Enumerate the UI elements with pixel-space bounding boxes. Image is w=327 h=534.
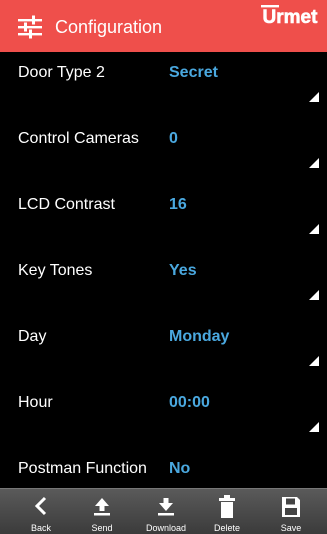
send-label: Send xyxy=(91,523,113,533)
setting-row-door-type[interactable]: Door Type 2 Secret xyxy=(0,52,327,118)
setting-label: LCD Contrast xyxy=(18,196,115,213)
upload-icon xyxy=(94,498,110,516)
setting-value[interactable]: 0 xyxy=(169,130,178,148)
dropdown-corner-icon[interactable] xyxy=(309,92,319,102)
svg-text:Urmet: Urmet xyxy=(263,7,319,28)
setting-label: Postman Function xyxy=(18,460,147,477)
dropdown-corner-icon[interactable] xyxy=(309,224,319,234)
setting-row-key-tones[interactable]: Key Tones Yes xyxy=(0,250,327,316)
setting-row-day[interactable]: Day Monday xyxy=(0,316,327,382)
floppy-disk-icon xyxy=(282,497,300,517)
setting-label: Hour xyxy=(18,394,53,411)
download-label: Download xyxy=(145,523,187,533)
setting-label: Control Cameras xyxy=(18,130,139,147)
app-header: Configuration Urmet xyxy=(0,0,327,52)
brand-logo: Urmet xyxy=(259,3,321,29)
trash-icon xyxy=(219,495,235,518)
dropdown-corner-icon[interactable] xyxy=(309,290,319,300)
setting-row-lcd-contrast[interactable]: LCD Contrast 16 xyxy=(0,184,327,250)
download-button[interactable]: Download xyxy=(138,489,194,534)
delete-label: Delete xyxy=(213,523,240,533)
setting-row-control-cameras[interactable]: Control Cameras 0 xyxy=(0,118,327,184)
setting-value[interactable]: No xyxy=(169,460,190,478)
setting-value[interactable]: Yes xyxy=(169,262,197,280)
back-label: Back xyxy=(30,523,51,533)
save-button[interactable]: Save xyxy=(270,489,312,534)
back-button[interactable]: Back xyxy=(20,489,62,534)
download-icon xyxy=(158,498,174,516)
setting-value[interactable]: 00:00 xyxy=(169,394,210,412)
dropdown-corner-icon[interactable] xyxy=(309,158,319,168)
settings-list: Door Type 2 Secret Control Cameras 0 LCD… xyxy=(0,52,327,482)
page-title: Configuration xyxy=(55,17,163,37)
dropdown-corner-icon[interactable] xyxy=(309,422,319,432)
dropdown-corner-icon[interactable] xyxy=(309,356,319,366)
setting-row-hour[interactable]: Hour 00:00 xyxy=(0,382,327,448)
setting-label: Day xyxy=(18,328,47,345)
bottom-toolbar: Back Send Download Delete Save xyxy=(0,488,327,534)
delete-button[interactable]: Delete xyxy=(206,489,248,534)
chevron-left-icon xyxy=(34,496,47,516)
send-button[interactable]: Send xyxy=(81,489,123,534)
save-label: Save xyxy=(280,523,302,533)
sliders-icon xyxy=(18,15,42,39)
setting-label: Key Tones xyxy=(18,262,93,279)
setting-value[interactable]: Secret xyxy=(169,64,218,82)
setting-row-postman-function[interactable]: Postman Function No xyxy=(0,448,327,482)
setting-label: Door Type 2 xyxy=(18,64,105,81)
setting-value[interactable]: Monday xyxy=(169,328,229,346)
setting-value[interactable]: 16 xyxy=(169,196,187,214)
